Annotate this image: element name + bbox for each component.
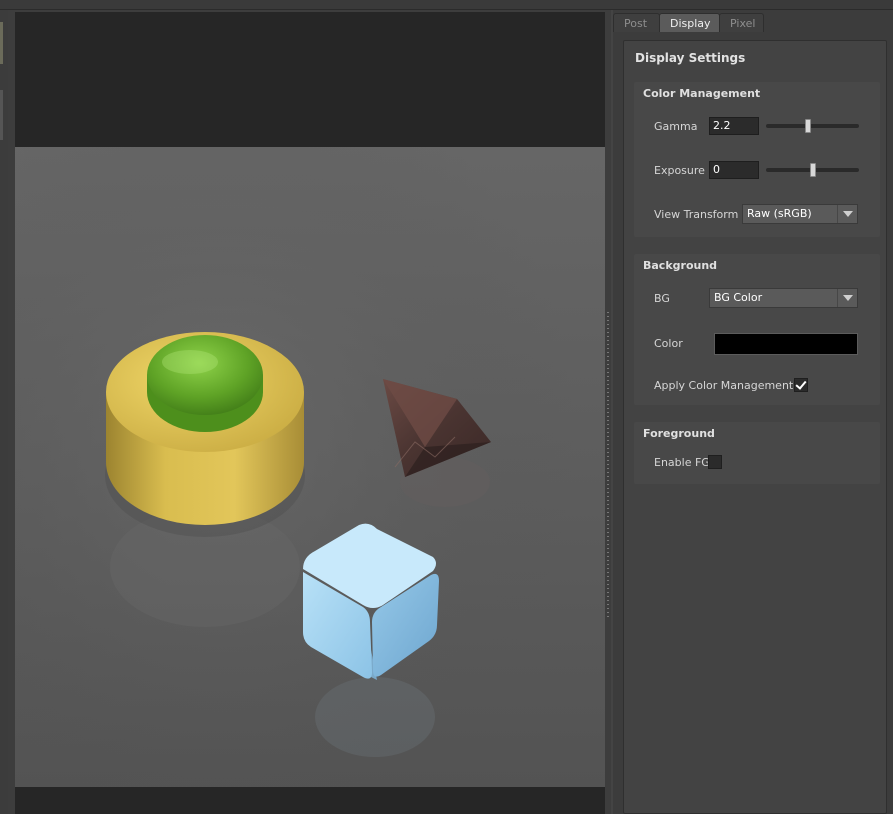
settings-panel: Post Display Pixel Display Settings Colo…	[613, 10, 893, 814]
enable-fg-label: Enable FG	[654, 456, 710, 469]
bg-mode-dropdown[interactable]: BG Color	[709, 288, 858, 308]
panel-splitter-handle[interactable]	[607, 312, 609, 618]
gamma-field[interactable]: 2.2	[709, 117, 759, 135]
tab-post[interactable]: Post	[613, 13, 660, 32]
exposure-field[interactable]: 0	[709, 161, 759, 179]
bg-label: BG	[654, 292, 670, 305]
color-management-group: Color Management Gamma 2.2 Exposure 0 Vi…	[634, 82, 880, 237]
enable-fg-checkbox[interactable]	[708, 455, 722, 469]
color-label: Color	[654, 337, 683, 350]
bg-color-swatch[interactable]	[714, 333, 858, 355]
green-glass-disc	[147, 335, 263, 432]
slider-track	[766, 124, 859, 128]
slider-handle[interactable]	[805, 119, 811, 133]
group-title: Foreground	[643, 427, 715, 440]
group-title: Background	[643, 259, 718, 272]
dropdown-arrow-icon	[837, 289, 857, 307]
tab-pixel[interactable]: Pixel	[719, 13, 764, 32]
section-title: Display Settings	[635, 51, 746, 65]
slider-handle[interactable]	[810, 163, 816, 177]
rendered-image	[15, 147, 605, 787]
settings-tabbar: Post Display Pixel	[613, 13, 893, 32]
floor-highlight	[15, 147, 605, 787]
gamma-slider[interactable]	[766, 119, 859, 133]
render-scene-svg	[15, 147, 605, 787]
apply-color-management-checkbox[interactable]	[794, 378, 808, 392]
dock-edge-marker	[0, 90, 3, 140]
cube-reflection	[315, 677, 435, 757]
left-dock-edge	[0, 10, 8, 814]
tab-display[interactable]: Display	[659, 13, 720, 32]
window-top-strip	[0, 0, 893, 10]
dropdown-value: Raw (sRGB)	[747, 207, 812, 220]
view-transform-label: View Transform	[654, 208, 739, 221]
exposure-slider[interactable]	[766, 163, 859, 177]
dropdown-value: BG Color	[714, 291, 763, 304]
exposure-label: Exposure	[654, 164, 705, 177]
dock-edge-marker	[0, 22, 3, 64]
apply-color-management-label: Apply Color Management	[654, 379, 794, 392]
render-viewport[interactable]	[15, 12, 605, 814]
gamma-label: Gamma	[654, 120, 698, 133]
foreground-group: Foreground Enable FG	[634, 422, 880, 484]
display-settings-section: Display Settings Color Management Gamma …	[623, 40, 887, 814]
group-title: Color Management	[643, 87, 761, 100]
background-group: Background BG BG Color Color Apply Color…	[634, 254, 880, 405]
dropdown-arrow-icon	[837, 205, 857, 223]
view-transform-dropdown[interactable]: Raw (sRGB)	[742, 204, 858, 224]
